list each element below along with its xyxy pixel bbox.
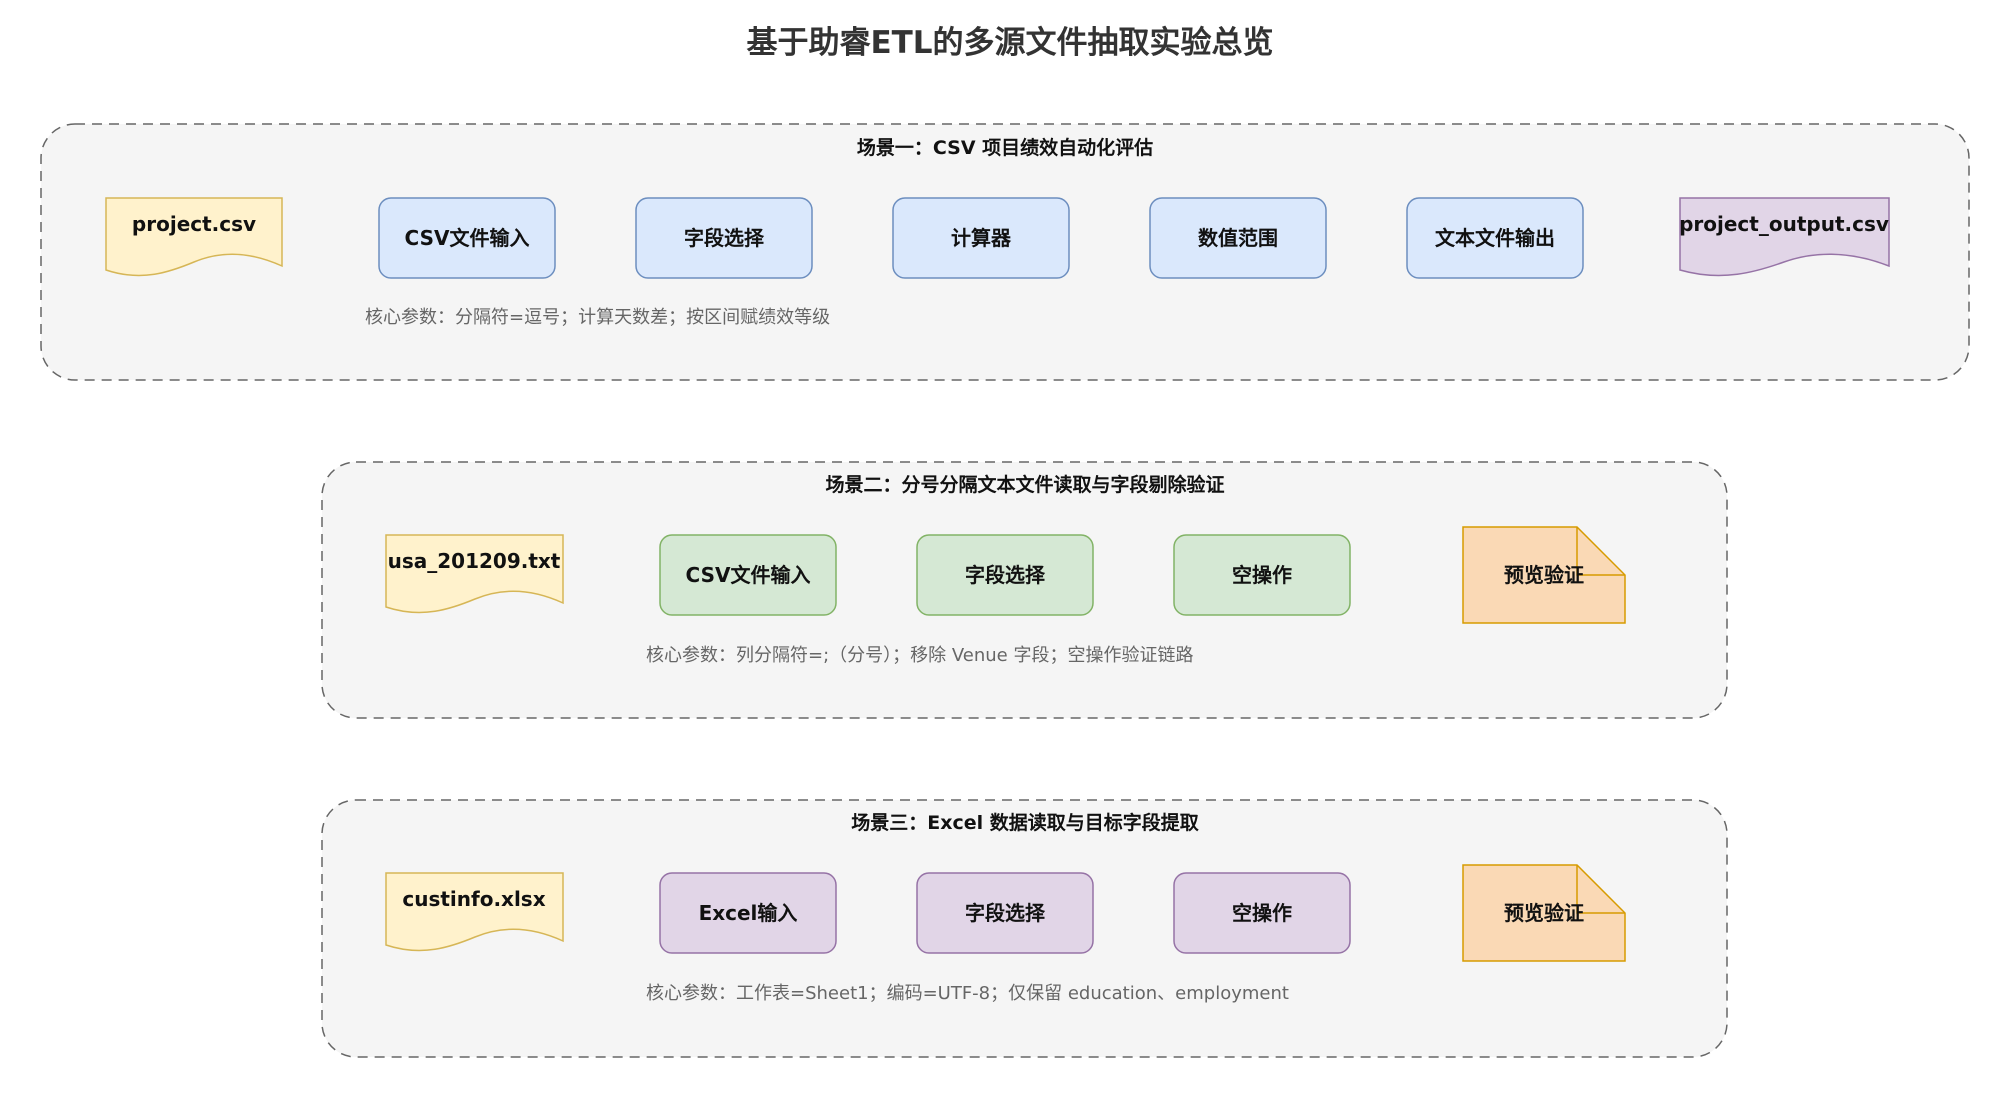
scene-2-step-2[interactable]: 字段选择 — [916, 534, 1094, 616]
scene-3-title: 场景三：Excel 数据读取与目标字段提取 — [851, 811, 1199, 834]
scene-1-step-2[interactable]: 字段选择 — [635, 197, 813, 279]
page-title: 基于助睿ETL的多源文件抽取实验总览 — [746, 25, 1273, 61]
scene-3-input-file-label: custinfo.xlsx — [402, 887, 545, 911]
scene-2-panel: 场景二：分号分隔文本文件读取与字段剔除验证 usa_201209.txt CSV… — [321, 461, 1728, 719]
scene-1-params: 核心参数：分隔符=逗号；计算天数差；按区间赋绩效等级 — [365, 307, 830, 328]
scene-2-output-label: 预览验证 — [1504, 563, 1584, 587]
scene-2-step-2-label: 字段选择 — [965, 563, 1046, 587]
scene-2-step-1-label: CSV文件输入 — [686, 563, 811, 587]
scene-2-step-1[interactable]: CSV文件输入 — [659, 534, 837, 616]
scene-1-step-3-label: 计算器 — [951, 226, 1012, 250]
scene-2-input-file-label: usa_201209.txt — [388, 549, 561, 573]
scene-2-step-3[interactable]: 空操作 — [1173, 534, 1351, 616]
scene-2-step-3-label: 空操作 — [1232, 563, 1292, 587]
scene-1-step-3[interactable]: 计算器 — [892, 197, 1070, 279]
scene-3-step-2[interactable]: 字段选择 — [916, 872, 1094, 954]
scene-1-step-4-label: 数值范围 — [1198, 226, 1278, 250]
scene-1-step-5[interactable]: 文本文件输出 — [1406, 197, 1584, 279]
scene-2-params: 核心参数：列分隔符=;（分号）；移除 Venue 字段；空操作验证链路 — [646, 645, 1193, 666]
scene-1-output-file-label: project_output.csv — [1679, 212, 1889, 236]
scene-1-title: 场景一：CSV 项目绩效自动化评估 — [857, 136, 1153, 159]
scene-1-step-1-label: CSV文件输入 — [405, 226, 530, 250]
scene-2-title: 场景二：分号分隔文本文件读取与字段剔除验证 — [825, 473, 1224, 496]
scene-1-step-5-label: 文本文件输出 — [1435, 226, 1555, 250]
scene-3-output-label: 预览验证 — [1504, 901, 1584, 925]
diagram-canvas: 基于助睿ETL的多源文件抽取实验总览 场景一：CSV 项目绩效自动化评估 pro… — [40, 25, 1970, 1058]
scene-1-step-1[interactable]: CSV文件输入 — [378, 197, 556, 279]
scene-1-step-2-label: 字段选择 — [684, 226, 765, 250]
scene-3-step-1[interactable]: Excel输入 — [659, 872, 837, 954]
scene-1-panel: 场景一：CSV 项目绩效自动化评估 project.csv CSV文件输入 字段… — [40, 123, 1970, 381]
scene-3-panel: 场景三：Excel 数据读取与目标字段提取 custinfo.xlsx Exce… — [321, 799, 1728, 1058]
scene-3-step-3-label: 空操作 — [1232, 901, 1292, 925]
scene-3-step-2-label: 字段选择 — [965, 901, 1046, 925]
scene-3-step-1-label: Excel输入 — [699, 901, 798, 925]
scene-1-input-file-label: project.csv — [132, 212, 256, 236]
scene-3-params: 核心参数：工作表=Sheet1；编码=UTF-8；仅保留 education、e… — [646, 983, 1289, 1004]
scene-3-step-3[interactable]: 空操作 — [1173, 872, 1351, 954]
scene-1-step-4[interactable]: 数值范围 — [1149, 197, 1327, 279]
